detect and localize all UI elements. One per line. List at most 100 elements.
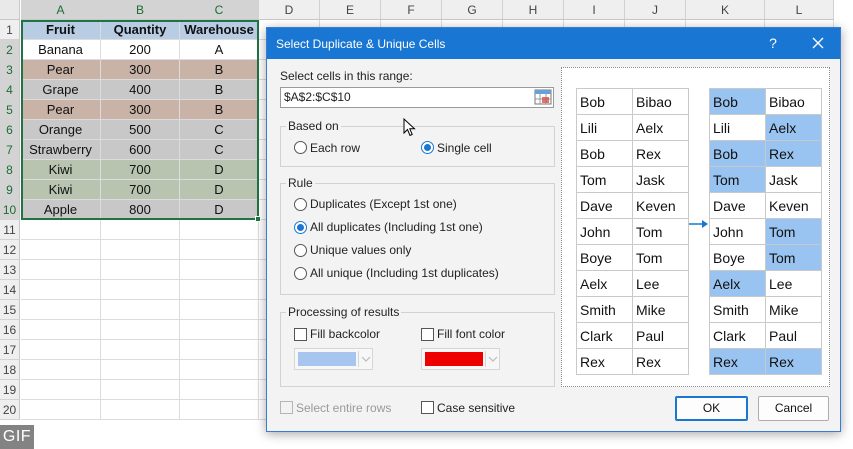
rule-all-duplicates-radio[interactable] [294, 221, 307, 234]
fruit-cell[interactable]: Pear [21, 60, 101, 80]
warehouse-cell[interactable]: D [180, 160, 259, 180]
column-header-g[interactable]: G [442, 0, 503, 20]
empty-cell[interactable] [101, 380, 180, 400]
case-sensitive-checkbox[interactable] [421, 401, 434, 414]
range-picker-icon[interactable] [534, 89, 552, 105]
quantity-cell[interactable]: 200 [101, 40, 180, 60]
empty-cell[interactable] [180, 400, 259, 420]
row-header-2[interactable]: 2 [0, 40, 20, 60]
header-cell[interactable]: Fruit [21, 20, 101, 40]
empty-cell[interactable] [101, 280, 180, 300]
rule-unique-values-only-radio[interactable] [294, 244, 307, 257]
column-header-d[interactable]: D [259, 0, 320, 20]
warehouse-cell[interactable]: B [180, 80, 259, 100]
quantity-cell[interactable]: 500 [101, 120, 180, 140]
quantity-cell[interactable]: 300 [101, 100, 180, 120]
empty-cell[interactable] [21, 240, 101, 260]
warehouse-cell[interactable]: A [180, 40, 259, 60]
row-header-11[interactable]: 11 [0, 220, 20, 240]
empty-cell[interactable] [180, 280, 259, 300]
empty-cell[interactable] [21, 220, 101, 240]
cancel-button[interactable]: Cancel [758, 396, 829, 421]
row-header-14[interactable]: 14 [0, 280, 20, 300]
fill-backcolor-checkbox[interactable] [294, 328, 307, 341]
column-header-b[interactable]: B [101, 0, 180, 20]
column-header-i[interactable]: I [564, 0, 625, 20]
warehouse-cell[interactable]: D [180, 200, 259, 220]
case-sensitive-label[interactable]: Case sensitive [437, 401, 515, 415]
quantity-cell[interactable]: 700 [101, 180, 180, 200]
rule-duplicates-except-first-radio[interactable] [294, 198, 307, 211]
range-input[interactable]: $A$2:$C$10 [280, 87, 554, 108]
column-header-j[interactable]: J [625, 0, 686, 20]
empty-cell[interactable] [101, 260, 180, 280]
quantity-cell[interactable]: 800 [101, 200, 180, 220]
column-header-l[interactable]: L [765, 0, 834, 20]
empty-cell[interactable] [21, 320, 101, 340]
empty-cell[interactable] [180, 340, 259, 360]
empty-cell[interactable] [101, 220, 180, 240]
row-header-3[interactable]: 3 [0, 60, 20, 80]
warehouse-cell[interactable]: C [180, 140, 259, 160]
quantity-cell[interactable]: 400 [101, 80, 180, 100]
row-header-20[interactable]: 20 [0, 400, 20, 420]
row-header-10[interactable]: 10 [0, 200, 20, 220]
fill-font-color-checkbox[interactable] [421, 328, 434, 341]
empty-cell[interactable] [21, 400, 101, 420]
empty-cell[interactable] [21, 260, 101, 280]
empty-cell[interactable] [21, 360, 101, 380]
empty-cell[interactable] [180, 240, 259, 260]
backcolor-dropdown[interactable] [294, 348, 373, 370]
column-header-c[interactable]: C [180, 0, 259, 20]
fruit-cell[interactable]: Pear [21, 100, 101, 120]
row-header-17[interactable]: 17 [0, 340, 20, 360]
empty-cell[interactable] [180, 360, 259, 380]
empty-cell[interactable] [101, 320, 180, 340]
empty-cell[interactable] [101, 360, 180, 380]
rule-all-duplicates-label[interactable]: All duplicates (Including 1st one) [310, 220, 483, 234]
fruit-cell[interactable]: Strawberry [21, 140, 101, 160]
fill-backcolor-label[interactable]: Fill backcolor [310, 327, 380, 341]
empty-cell[interactable] [180, 300, 259, 320]
quantity-cell[interactable]: 700 [101, 160, 180, 180]
empty-cell[interactable] [21, 340, 101, 360]
fruit-cell[interactable]: Kiwi [21, 160, 101, 180]
fruit-cell[interactable]: Kiwi [21, 180, 101, 200]
warehouse-cell[interactable]: D [180, 180, 259, 200]
row-header-12[interactable]: 12 [0, 240, 20, 260]
warehouse-cell[interactable]: B [180, 100, 259, 120]
row-header-4[interactable]: 4 [0, 80, 20, 100]
single-cell-label[interactable]: Single cell [437, 141, 492, 155]
warehouse-cell[interactable]: B [180, 60, 259, 80]
dialog-titlebar[interactable]: Select Duplicate & Unique Cells ? [267, 28, 840, 59]
column-header-h[interactable]: H [503, 0, 564, 20]
warehouse-cell[interactable]: C [180, 120, 259, 140]
row-header-16[interactable]: 16 [0, 320, 20, 340]
row-header-19[interactable]: 19 [0, 380, 20, 400]
each-row-radio[interactable] [294, 141, 307, 154]
select-entire-rows-checkbox[interactable] [280, 401, 293, 414]
header-cell[interactable]: Quantity [101, 20, 180, 40]
row-header-6[interactable]: 6 [0, 120, 20, 140]
empty-cell[interactable] [180, 380, 259, 400]
row-header-18[interactable]: 18 [0, 360, 20, 380]
row-header-15[interactable]: 15 [0, 300, 20, 320]
row-header-9[interactable]: 9 [0, 180, 20, 200]
row-header-1[interactable]: 1 [0, 20, 20, 40]
rule-unique-values-only-label[interactable]: Unique values only [310, 243, 411, 257]
empty-cell[interactable] [21, 380, 101, 400]
fill-handle[interactable] [255, 216, 261, 222]
each-row-label[interactable]: Each row [310, 141, 360, 155]
single-cell-radio[interactable] [421, 141, 434, 154]
empty-cell[interactable] [101, 400, 180, 420]
rule-duplicates-except-first-label[interactable]: Duplicates (Except 1st one) [310, 197, 457, 211]
empty-cell[interactable] [180, 260, 259, 280]
rule-all-unique-radio[interactable] [294, 267, 307, 280]
select-entire-rows-label[interactable]: Select entire rows [296, 401, 391, 415]
empty-cell[interactable] [101, 240, 180, 260]
empty-cell[interactable] [101, 340, 180, 360]
font-color-dropdown[interactable] [421, 348, 500, 370]
column-header-f[interactable]: F [381, 0, 442, 20]
row-header-7[interactable]: 7 [0, 140, 20, 160]
quantity-cell[interactable]: 600 [101, 140, 180, 160]
